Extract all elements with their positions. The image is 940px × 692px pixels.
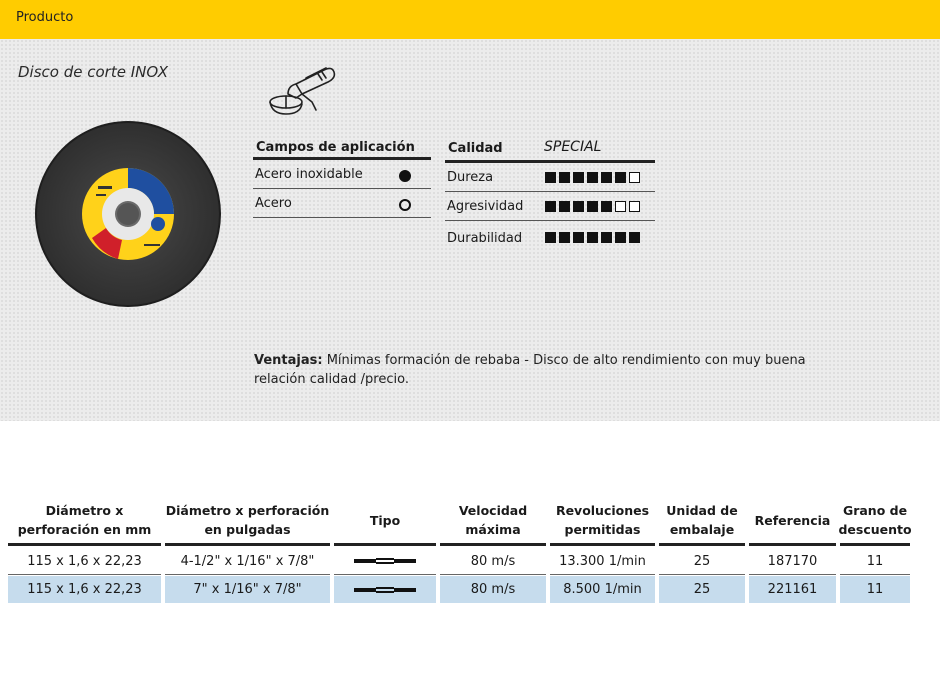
cell-diameter-mm: 115 x 1,6 x 22,23 bbox=[8, 548, 161, 575]
advantages-body: Mínimas formación de rebaba - Disco de a… bbox=[254, 353, 806, 387]
rating-squares bbox=[545, 201, 640, 212]
application-row: Acero bbox=[253, 189, 431, 218]
quality-label: Agresividad bbox=[447, 199, 524, 214]
filled-circle-icon bbox=[399, 170, 411, 182]
quality-table: Calidad SPECIAL Dureza Agresividad Durab… bbox=[445, 138, 655, 254]
header-max-speed: Velocidad máxima bbox=[440, 497, 546, 546]
filled-square-icon bbox=[559, 232, 570, 243]
header-label: Producto bbox=[16, 10, 74, 25]
empty-square-icon bbox=[615, 201, 626, 212]
quality-grade: SPECIAL bbox=[544, 139, 602, 155]
advantages-text: Ventajas: Mínimas formación de rebaba - … bbox=[254, 351, 854, 389]
cell-reference[interactable]: 187170 bbox=[749, 548, 836, 575]
header-diameter-mm: Diámetro x perforación en mm bbox=[8, 497, 161, 546]
rating-squares bbox=[545, 232, 640, 243]
product-title: Disco de corte INOX bbox=[18, 63, 169, 81]
quality-heading: Calidad bbox=[448, 141, 503, 156]
application-label: Acero bbox=[255, 196, 292, 211]
advantages-label: Ventajas: bbox=[254, 353, 323, 368]
header-reference: Referencia bbox=[749, 497, 836, 546]
empty-square-icon bbox=[629, 201, 640, 212]
cell-max-speed: 80 m/s bbox=[440, 576, 546, 603]
filled-square-icon bbox=[601, 201, 612, 212]
quality-label: Dureza bbox=[447, 170, 494, 185]
filled-square-icon bbox=[587, 201, 598, 212]
filled-square-icon bbox=[587, 232, 598, 243]
cell-type bbox=[334, 576, 436, 603]
empty-circle-icon bbox=[399, 199, 411, 211]
filled-square-icon bbox=[629, 232, 640, 243]
cell-diameter-inch: 4-1/2" x 1/16" x 7/8" bbox=[165, 548, 330, 575]
application-label: Acero inoxidable bbox=[255, 167, 363, 182]
application-table: Campos de aplicación Acero inoxidable Ac… bbox=[253, 138, 431, 218]
cell-grain: 11 bbox=[840, 576, 910, 603]
filled-square-icon bbox=[601, 172, 612, 183]
filled-square-icon bbox=[573, 201, 584, 212]
filled-square-icon bbox=[559, 201, 570, 212]
quality-heading-row: Calidad SPECIAL bbox=[445, 138, 655, 163]
cell-type bbox=[334, 548, 436, 575]
cell-diameter-mm: 115 x 1,6 x 22,23 bbox=[8, 576, 161, 603]
filled-square-icon bbox=[587, 172, 598, 183]
quality-row: Agresividad bbox=[445, 192, 655, 221]
product-sheet: Producto Disco de corte INOX Campos de a… bbox=[0, 0, 940, 692]
header-type: Tipo bbox=[334, 497, 436, 546]
cell-rpm: 13.300 1/min bbox=[550, 548, 655, 575]
cutting-disc-image bbox=[35, 121, 221, 307]
flat-disc-icon bbox=[354, 558, 416, 564]
quality-row: Durabilidad bbox=[445, 221, 655, 254]
filled-square-icon bbox=[573, 172, 584, 183]
cell-max-speed: 80 m/s bbox=[440, 548, 546, 575]
cell-diameter-inch: 7" x 1/16" x 7/8" bbox=[165, 576, 330, 603]
filled-square-icon bbox=[615, 172, 626, 183]
filled-square-icon bbox=[545, 201, 556, 212]
filled-square-icon bbox=[545, 232, 556, 243]
filled-square-icon bbox=[601, 232, 612, 243]
cell-rpm: 8.500 1/min bbox=[550, 576, 655, 603]
cell-reference[interactable]: 221161 bbox=[749, 576, 836, 603]
angle-grinder-icon bbox=[269, 67, 336, 115]
cell-pack-unit: 25 bbox=[659, 576, 745, 603]
flat-disc-icon bbox=[354, 586, 416, 593]
application-row: Acero inoxidable bbox=[253, 160, 431, 189]
quality-label: Durabilidad bbox=[447, 231, 523, 246]
filled-square-icon bbox=[573, 232, 584, 243]
cell-pack-unit: 25 bbox=[659, 548, 745, 575]
filled-square-icon bbox=[545, 172, 556, 183]
header-rpm: Revoluciones permitidas bbox=[550, 497, 655, 546]
filled-square-icon bbox=[559, 172, 570, 183]
header-bar: Producto bbox=[0, 0, 940, 39]
filled-square-icon bbox=[615, 232, 626, 243]
rating-squares bbox=[545, 172, 640, 183]
quality-row: Dureza bbox=[445, 163, 655, 192]
header-diameter-inch: Diámetro x perforación en pulgadas bbox=[165, 497, 330, 546]
application-heading: Campos de aplicación bbox=[253, 138, 431, 160]
header-grain: Grano de descuento bbox=[838, 497, 912, 546]
header-pack-unit: Unidad de embalaje bbox=[659, 497, 745, 546]
cell-grain: 11 bbox=[840, 548, 910, 575]
empty-square-icon bbox=[629, 172, 640, 183]
